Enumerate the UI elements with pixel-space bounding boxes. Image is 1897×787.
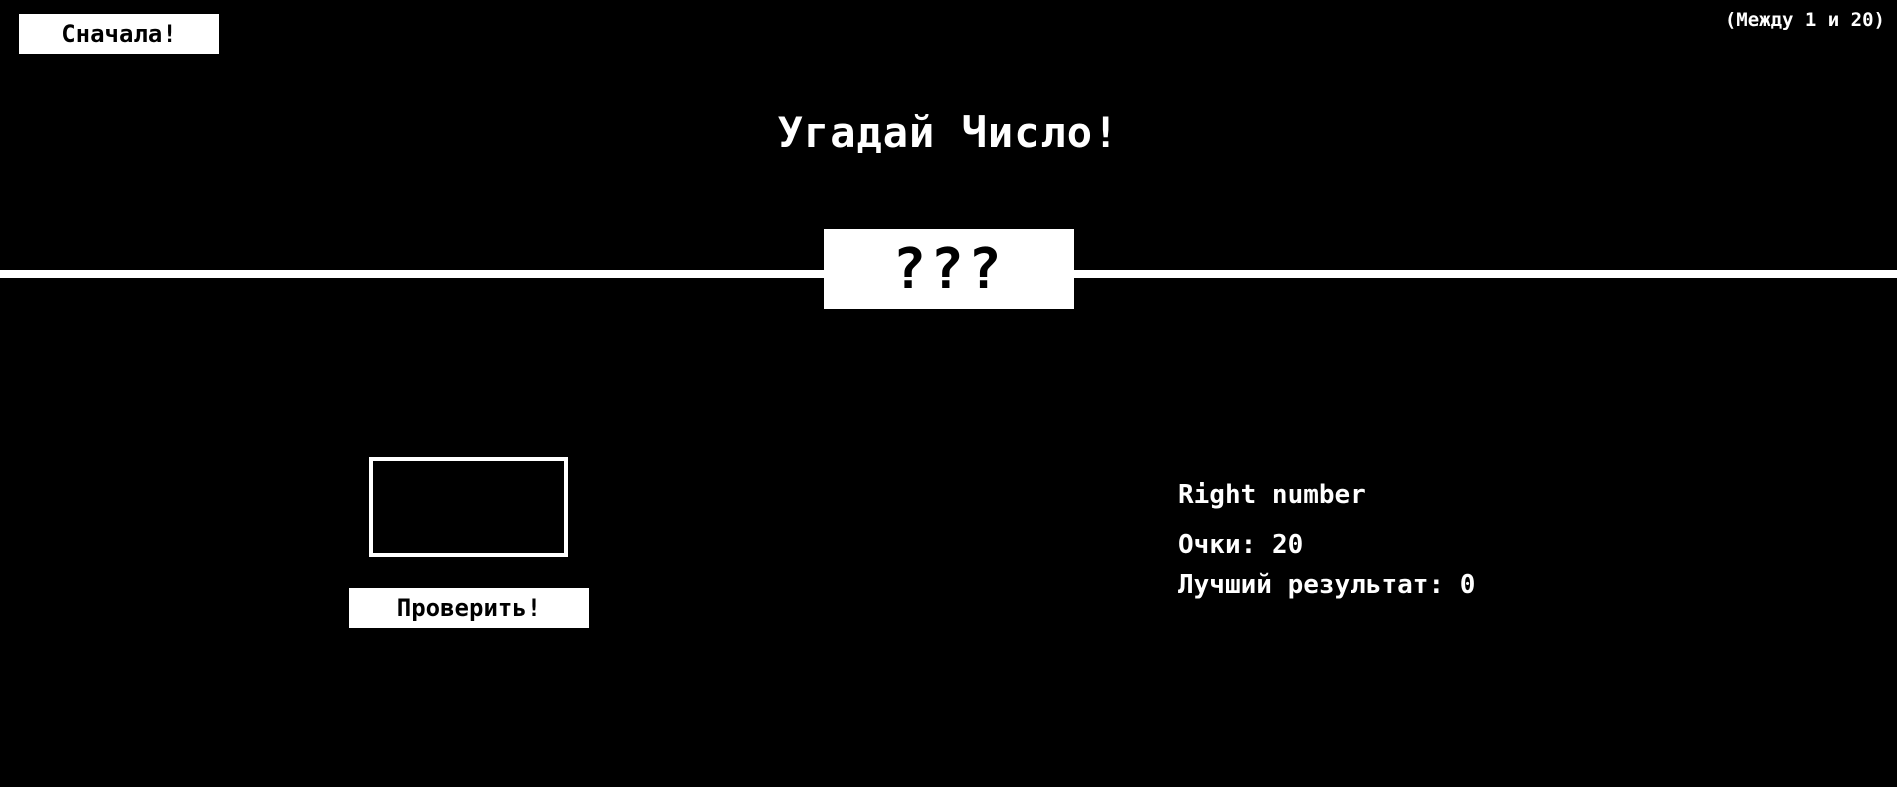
highscore-value: 0: [1459, 570, 1476, 600]
check-button[interactable]: Проверить!: [349, 588, 589, 628]
game-page: Сначала! (Между 1 и 20) Угадай Число! ??…: [0, 0, 1897, 787]
range-hint: (Между 1 и 20): [1724, 9, 1885, 31]
highscore-line: Лучший результат: 0: [1178, 570, 1475, 600]
score-value: 20: [1271, 530, 1304, 560]
score-label: Очки:: [1178, 530, 1257, 560]
again-button[interactable]: Сначала!: [19, 14, 219, 54]
score-line: Очки: 20: [1178, 530, 1303, 560]
secret-number-box: ???: [824, 229, 1074, 309]
guess-input[interactable]: [369, 457, 568, 557]
page-title: Угадай Число!: [777, 108, 1120, 157]
highscore-label: Лучший результат:: [1178, 570, 1445, 600]
secret-number: ???: [892, 236, 1006, 302]
status-message: Right number: [1178, 480, 1366, 510]
